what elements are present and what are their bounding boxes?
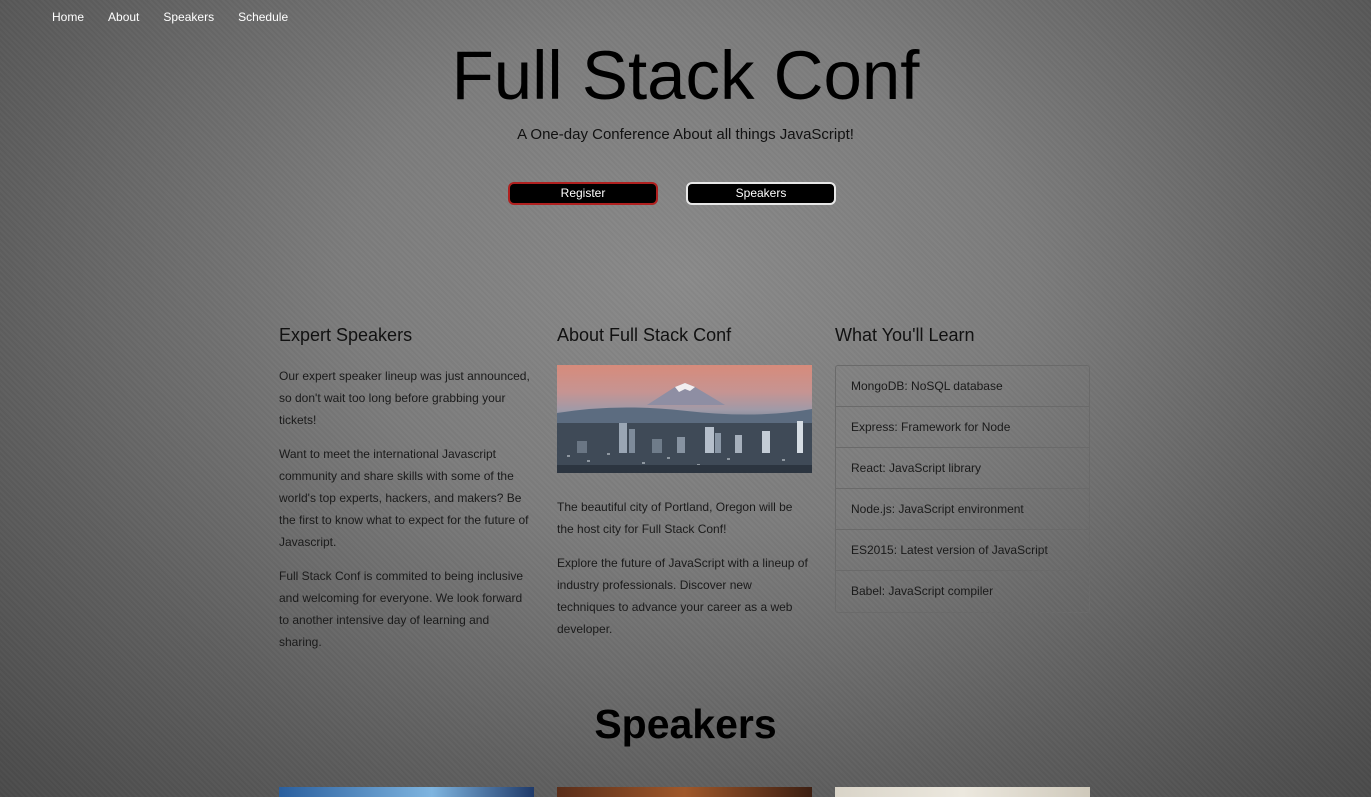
speaker-photo-2 [557,787,812,797]
expert-paragraph: Full Stack Conf is commited to being inc… [279,569,524,649]
speaker-photo-1 [279,787,534,797]
list-item: Node.js: JavaScript environment [836,489,1089,530]
expert-paragraph: Our expert speaker lineup was just annou… [279,369,530,427]
learn-heading: What You'll Learn [835,325,975,345]
expert-paragraph: Want to meet the international Javascrip… [279,447,529,549]
nav-schedule-link[interactable]: Schedule [238,10,288,24]
expert-speakers-column: Expert Speakers Our expert speaker lineu… [279,324,534,665]
about-paragraph: Explore the future of JavaScript with a … [557,556,808,636]
about-paragraph: The beautiful city of Portland, Oregon w… [557,500,793,536]
nav-speakers-link[interactable]: Speakers [163,10,214,24]
speakers-section-heading: Speakers [594,701,777,747]
hero-title: Full Stack Conf [451,37,920,114]
nav-home-link[interactable]: Home [52,10,84,24]
expert-speakers-heading: Expert Speakers [279,325,413,345]
list-item: MongoDB: NoSQL database [836,366,1089,407]
portland-city-image [557,365,812,473]
register-button[interactable]: Register [508,182,658,205]
main-nav: Home About Speakers Schedule [52,10,288,24]
nav-about-link[interactable]: About [108,10,139,24]
speakers-button[interactable]: Speakers [686,182,836,205]
speaker-photo-3 [835,787,1090,797]
about-column: About Full Stack Conf The beautiful city… [557,324,812,652]
hero-subtitle: A One-day Conference About all things Ja… [517,126,854,143]
list-item: Express: Framework for Node [836,407,1089,448]
list-item: ES2015: Latest version of JavaScript [836,530,1089,571]
list-item: React: JavaScript library [836,448,1089,489]
learn-list: MongoDB: NoSQL database Express: Framewo… [835,365,1090,613]
list-item: Babel: JavaScript compiler [851,584,994,598]
learn-column: What You'll Learn MongoDB: NoSQL databas… [835,324,1090,613]
about-heading: About Full Stack Conf [557,325,732,345]
